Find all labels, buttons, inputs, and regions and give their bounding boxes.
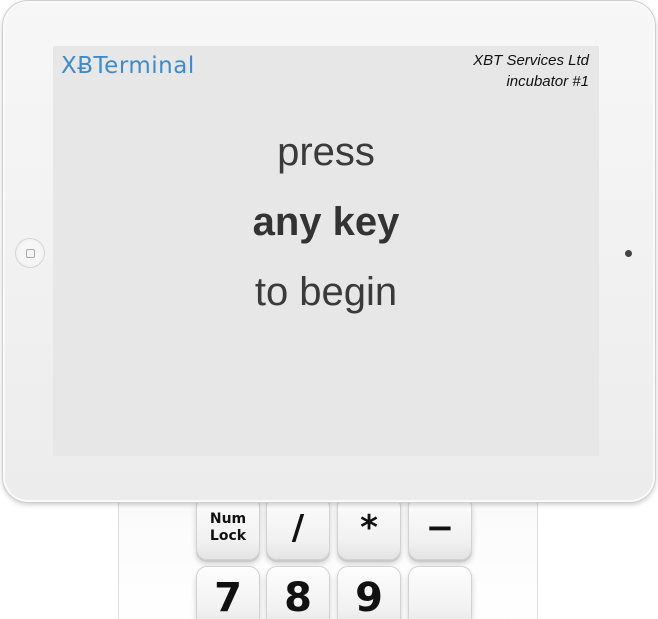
- key-9[interactable]: 9: [337, 566, 401, 619]
- key-9-label: 9: [355, 575, 383, 619]
- home-button[interactable]: [15, 238, 45, 268]
- key-7-label: 7: [214, 575, 242, 619]
- terminal-screen[interactable]: XɃTerminal XBT Services Ltd incubator #1…: [53, 46, 599, 456]
- prompt-line-to-begin: to begin: [254, 270, 398, 314]
- key-multiply-label: *: [360, 508, 378, 548]
- xbterminal-logo: XɃTerminal: [61, 53, 195, 79]
- key-num-lock[interactable]: Num Lock: [196, 496, 260, 560]
- prompt-line-any-key: any key: [252, 200, 400, 244]
- scene: Num Lock / * − 7 8 9 XɃTerminal XBT Serv…: [0, 0, 658, 619]
- key-divide[interactable]: /: [266, 496, 330, 560]
- key-8[interactable]: 8: [266, 566, 330, 619]
- key-minus[interactable]: −: [408, 496, 472, 560]
- key-plus[interactable]: [408, 566, 472, 619]
- key-minus-label: −: [425, 508, 455, 548]
- company-name: XBT Services Ltd: [473, 52, 589, 69]
- key-divide-label: /: [291, 508, 305, 548]
- home-button-icon: [25, 248, 35, 258]
- key-7[interactable]: 7: [196, 566, 260, 619]
- key-num-lock-label: Num Lock: [209, 511, 247, 544]
- key-8-label: 8: [284, 575, 312, 619]
- prompt-line-press: press: [277, 130, 375, 174]
- terminal-id: incubator #1: [506, 73, 589, 90]
- key-multiply[interactable]: *: [337, 496, 401, 560]
- company-info: XBT Services Ltd incubator #1: [473, 50, 589, 92]
- camera-icon: [625, 250, 632, 257]
